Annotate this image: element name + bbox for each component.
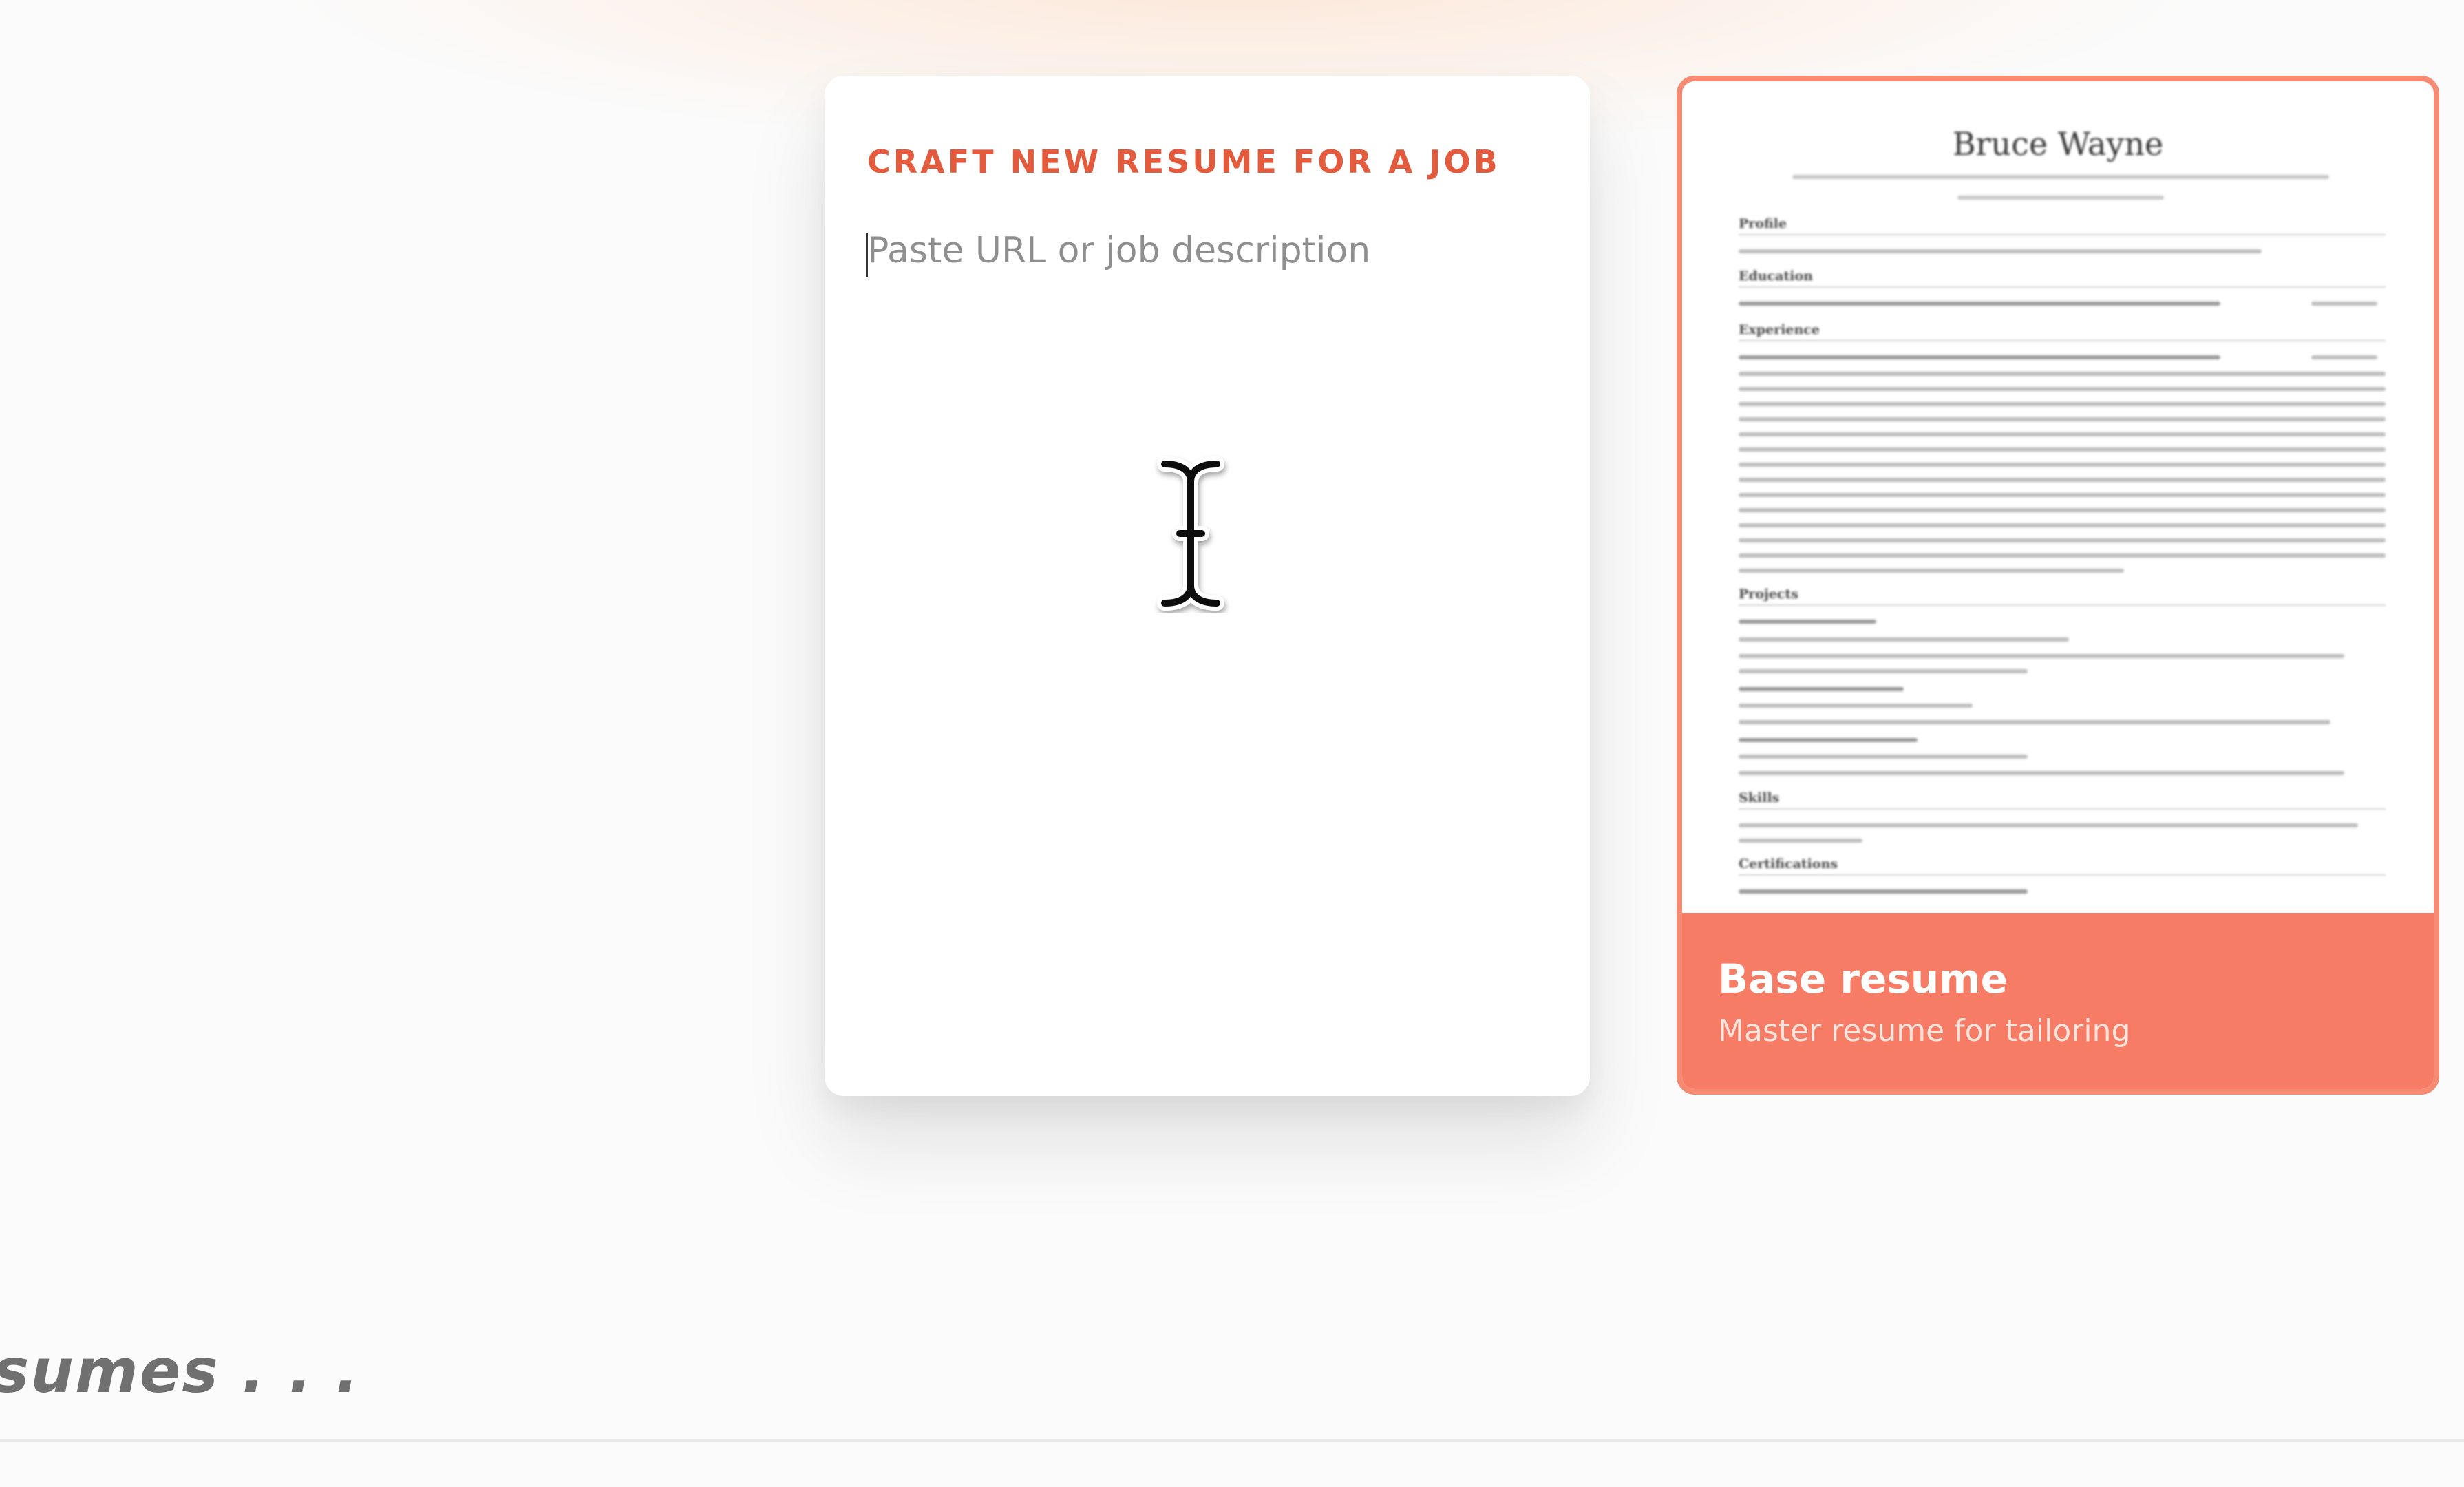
page: CRAFT NEW RESUME FOR A JOB Bruce Wayne P… [0, 0, 2464, 1487]
resume-text-line [1739, 771, 2344, 775]
resume-date-line [2311, 302, 2377, 306]
resume-text-line [1739, 738, 1918, 742]
base-resume-subtitle: Master resume for tailoring [1718, 1013, 2131, 1048]
resume-text-line [1739, 889, 2028, 894]
resume-section-heading: Education [1739, 268, 2386, 288]
resume-preview-name: Bruce Wayne [1952, 125, 2164, 162]
resume-text-line [1739, 755, 2028, 759]
resume-contact-line [1957, 196, 2164, 200]
resume-text-line [1739, 620, 1876, 624]
resume-text-line [1739, 687, 1904, 691]
section-divider [0, 1439, 2464, 1442]
resume-section-heading: Profile [1739, 216, 2386, 235]
resume-section-heading: Experience [1739, 322, 2386, 341]
resume-text-line [1739, 355, 2220, 359]
resume-text-line [1739, 637, 2069, 642]
resume-text-line [1739, 569, 2124, 573]
resume-text-line [1739, 372, 2386, 376]
text-caret [866, 233, 868, 277]
resume-text-line [1739, 402, 2386, 406]
base-resume-footer: Base resume Master resume for tailoring [1682, 913, 2434, 1089]
job-description-input[interactable] [867, 224, 1542, 1036]
base-resume-title: Base resume [1718, 956, 2008, 1002]
resume-text-line [1739, 493, 2386, 497]
resume-contact-line [1792, 175, 2329, 179]
resume-text-line [1739, 704, 1973, 708]
resume-section-heading: Projects [1739, 587, 2386, 606]
craft-resume-title: CRAFT NEW RESUME FOR A JOB [867, 143, 1500, 180]
resume-text-line [1739, 669, 2028, 673]
resume-text-line [1739, 508, 2386, 512]
resume-text-line [1739, 302, 2220, 306]
resume-text-line [1739, 417, 2386, 421]
resume-text-line [1739, 823, 2358, 827]
resume-text-line [1739, 387, 2386, 391]
resume-text-line [1739, 654, 2344, 658]
text-cursor-ibeam-icon [1157, 456, 1224, 611]
resume-text-line [1739, 447, 2386, 452]
resume-text-line [1739, 839, 1862, 843]
resume-text-line [1739, 553, 2386, 558]
resume-section-heading: Certifications [1739, 856, 2386, 876]
resume-text-line [1739, 463, 2386, 467]
resume-text-line [1739, 538, 2386, 542]
resume-text-line [1739, 523, 2386, 527]
resume-preview-thumbnail: Bruce Wayne Profile Education Experience [1682, 81, 2434, 921]
resumes-section-heading: sumes . . . [0, 1336, 360, 1406]
resume-text-line [1739, 720, 2330, 724]
resume-date-line [2311, 355, 2377, 359]
base-resume-card[interactable]: Bruce Wayne Profile Education Experience [1677, 76, 2439, 1095]
resume-text-line [1739, 478, 2386, 482]
resume-section-heading: Skills [1739, 790, 2386, 810]
resume-text-line [1739, 249, 2262, 253]
resume-text-line [1739, 432, 2386, 436]
